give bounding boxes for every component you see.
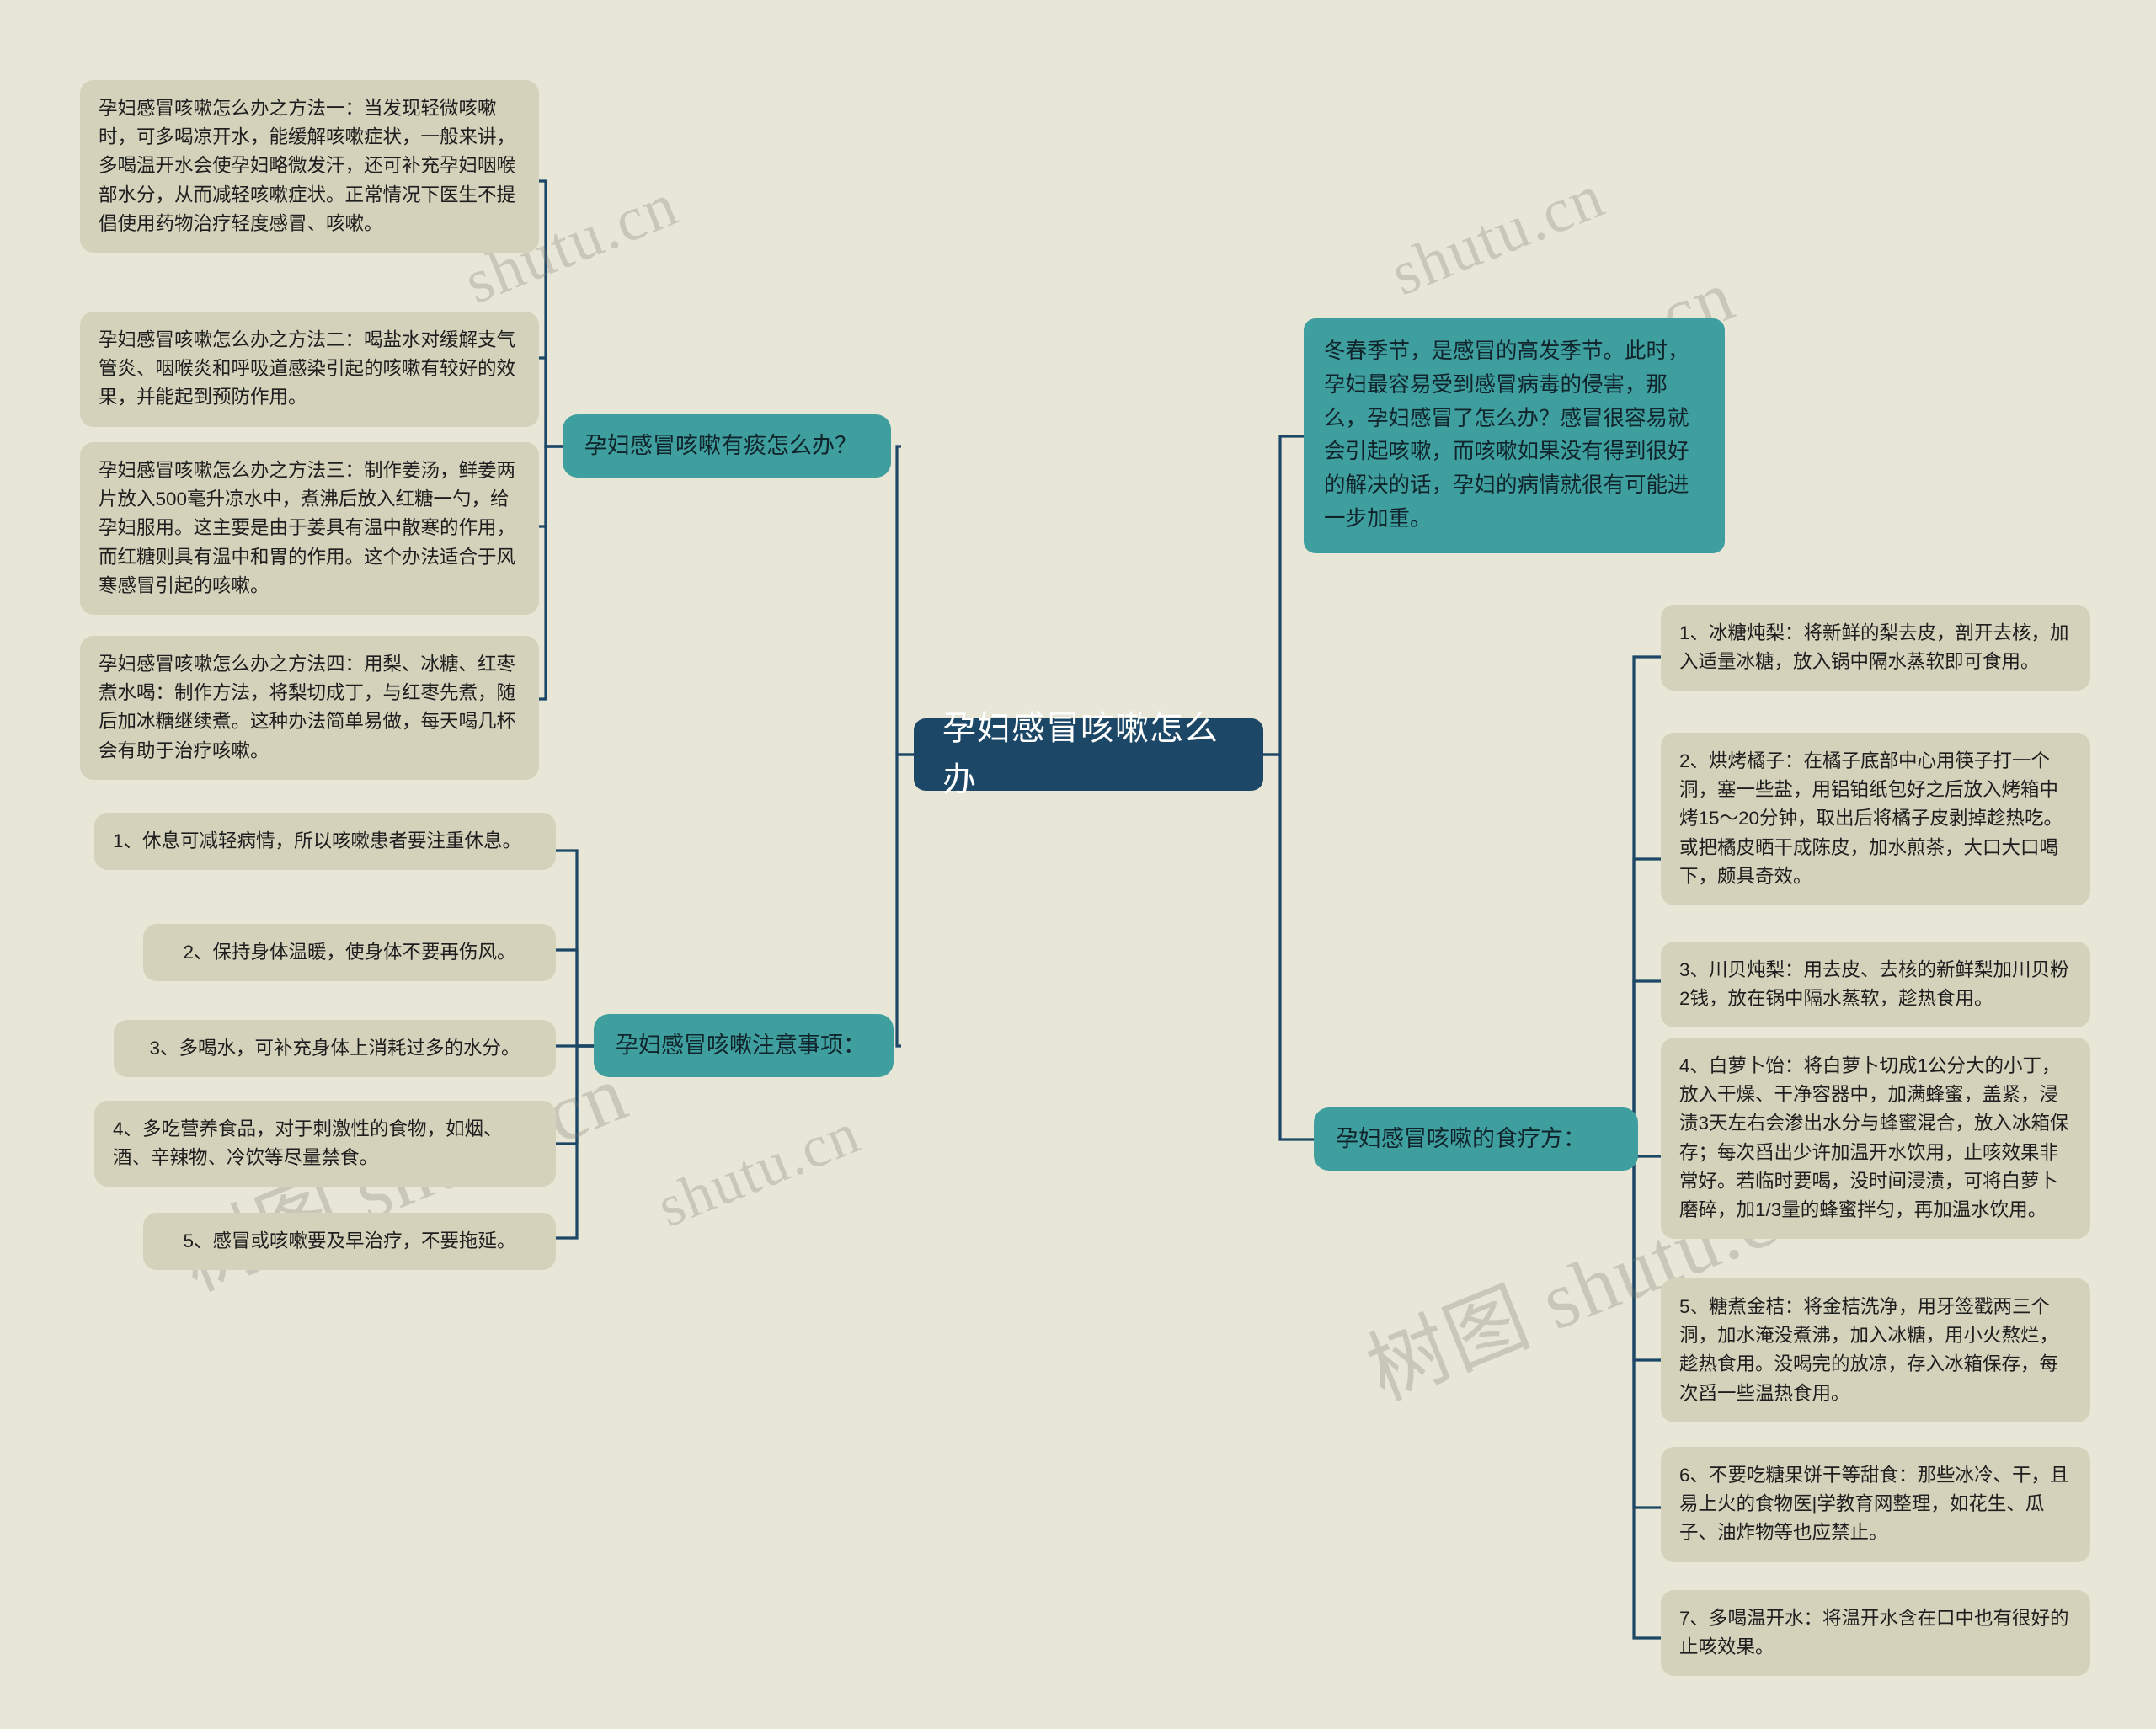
watermark-6: shutu.cn	[648, 1100, 870, 1241]
leaf-method-3[interactable]: 孕妇感冒咳嗽怎么办之方法三：制作姜汤，鲜姜两片放入500毫升凉水中，煮沸后放入红…	[80, 442, 539, 615]
leaf-diet-4-text: 4、白萝卜饴：将白萝卜切成1公分大的小丁，放入干燥、干净容器中，加满蜂蜜，盖紧，…	[1679, 1055, 2069, 1220]
leaf-diet-3[interactable]: 3、川贝炖梨：用去皮、去核的新鲜梨加川贝粉2钱，放在锅中隔水蒸软，趁热食用。	[1661, 942, 2090, 1028]
leaf-note-3[interactable]: 3、多喝水，可补充身体上消耗过多的水分。	[114, 1020, 556, 1078]
leaf-diet-5[interactable]: 5、糖煮金桔：将金桔洗净，用牙签戳两三个洞，加水淹没煮沸，加入冰糖，用小火熬烂，…	[1661, 1278, 2090, 1422]
intro-node[interactable]: 冬春季节，是感冒的高发季节。此时，孕妇最容易受到感冒病毒的侵害，那么，孕妇感冒了…	[1304, 318, 1725, 553]
leaf-diet-3-text: 3、川贝炖梨：用去皮、去核的新鲜梨加川贝粉2钱，放在锅中隔水蒸软，趁热食用。	[1679, 959, 2069, 1010]
leaf-diet-4[interactable]: 4、白萝卜饴：将白萝卜切成1公分大的小丁，放入干燥、干净容器中，加满蜂蜜，盖紧，…	[1661, 1038, 2090, 1240]
leaf-diet-2[interactable]: 2、烘烤橘子：在橘子底部中心用筷子打一个洞，塞一些盐，用铝铂纸包好之后放入烤箱中…	[1661, 733, 2090, 905]
leaf-note-3-text: 3、多喝水，可补充身体上消耗过多的水分。	[149, 1038, 520, 1059]
leaf-note-5[interactable]: 5、感冒或咳嗽要及早治疗，不要拖延。	[143, 1213, 556, 1271]
leaf-method-2-text: 孕妇感冒咳嗽怎么办之方法二：喝盐水对缓解支气管炎、咽喉炎和呼吸道感染引起的咳嗽有…	[99, 329, 516, 408]
mindmap-canvas: shutu.cn shutu.cn 树图 shutu.cn 树图 shutu.c…	[0, 0, 2156, 1729]
leaf-method-4-text: 孕妇感冒咳嗽怎么办之方法四：用梨、冰糖、红枣煮水喝：制作方法，将梨切成丁，与红枣…	[99, 654, 516, 761]
leaf-diet-7-text: 7、多喝温开水：将温开水含在口中也有很好的止咳效果。	[1679, 1608, 2069, 1658]
leaf-note-1[interactable]: 1、休息可减轻病情，所以咳嗽患者要注重休息。	[94, 813, 556, 871]
branch-phlegm-label: 孕妇感冒咳嗽有痰怎么办？	[584, 432, 857, 458]
root-node[interactable]: 孕妇感冒咳嗽怎么办	[914, 710, 1263, 798]
branch-notes-label: 孕妇感冒咳嗽注意事项：	[616, 1032, 866, 1058]
leaf-method-3-text: 孕妇感冒咳嗽怎么办之方法三：制作姜汤，鲜姜两片放入500毫升凉水中，煮沸后放入红…	[99, 460, 516, 596]
root-label: 孕妇感冒咳嗽怎么办	[942, 710, 1219, 798]
leaf-note-1-text: 1、休息可减轻病情，所以咳嗽患者要注重休息。	[113, 830, 522, 851]
branch-label-phlegm[interactable]: 孕妇感冒咳嗽有痰怎么办？	[563, 414, 891, 478]
leaf-diet-5-text: 5、糖煮金桔：将金桔洗净，用牙签戳两三个洞，加水淹没煮沸，加入冰糖，用小火熬烂，…	[1679, 1296, 2059, 1404]
intro-text: 冬春季节，是感冒的高发季节。此时，孕妇最容易受到感冒病毒的侵害，那么，孕妇感冒了…	[1324, 339, 1689, 531]
leaf-method-4[interactable]: 孕妇感冒咳嗽怎么办之方法四：用梨、冰糖、红枣煮水喝：制作方法，将梨切成丁，与红枣…	[80, 636, 539, 780]
leaf-note-2-text: 2、保持身体温暖，使身体不要再伤风。	[183, 942, 516, 963]
leaf-diet-6-text: 6、不要吃糖果饼干等甜食：那些冰冷、干，且易上火的食物医|学教育网整理，如花生、…	[1679, 1465, 2069, 1544]
branch-label-diet[interactable]: 孕妇感冒咳嗽的食疗方：	[1314, 1107, 1638, 1171]
leaf-diet-1-text: 1、冰糖炖梨：将新鲜的梨去皮，剖开去核，加入适量冰糖，放入锅中隔水蒸软即可食用。	[1679, 622, 2069, 673]
leaf-diet-7[interactable]: 7、多喝温开水：将温开水含在口中也有很好的止咳效果。	[1661, 1590, 2090, 1677]
branch-diet-label: 孕妇感冒咳嗽的食疗方：	[1336, 1125, 1586, 1151]
leaf-note-5-text: 5、感冒或咳嗽要及早治疗，不要拖延。	[183, 1230, 516, 1251]
leaf-diet-6[interactable]: 6、不要吃糖果饼干等甜食：那些冰冷、干，且易上火的食物医|学教育网整理，如花生、…	[1661, 1447, 2090, 1562]
branch-label-notes[interactable]: 孕妇感冒咳嗽注意事项：	[594, 1014, 894, 1077]
leaf-note-4[interactable]: 4、多吃营养食品，对于刺激性的食物，如烟、酒、辛辣物、冷饮等尽量禁食。	[94, 1101, 556, 1187]
leaf-method-2[interactable]: 孕妇感冒咳嗽怎么办之方法二：喝盐水对缓解支气管炎、咽喉炎和呼吸道感染引起的咳嗽有…	[80, 312, 539, 427]
watermark-2: shutu.cn	[1381, 161, 1614, 309]
leaf-method-1-text: 孕妇感冒咳嗽怎么办之方法一：当发现轻微咳嗽时，可多喝凉开水，能缓解咳嗽症状，一般…	[99, 98, 516, 234]
leaf-diet-1[interactable]: 1、冰糖炖梨：将新鲜的梨去皮，剖开去核，加入适量冰糖，放入锅中隔水蒸软即可食用。	[1661, 605, 2090, 691]
leaf-note-2[interactable]: 2、保持身体温暖，使身体不要再伤风。	[143, 924, 556, 982]
leaf-diet-2-text: 2、烘烤橘子：在橘子底部中心用筷子打一个洞，塞一些盐，用铝铂纸包好之后放入烤箱中…	[1679, 750, 2063, 887]
leaf-method-1[interactable]: 孕妇感冒咳嗽怎么办之方法一：当发现轻微咳嗽时，可多喝凉开水，能缓解咳嗽症状，一般…	[80, 80, 539, 253]
leaf-note-4-text: 4、多吃营养食品，对于刺激性的食物，如烟、酒、辛辣物、冷饮等尽量禁食。	[113, 1118, 503, 1169]
